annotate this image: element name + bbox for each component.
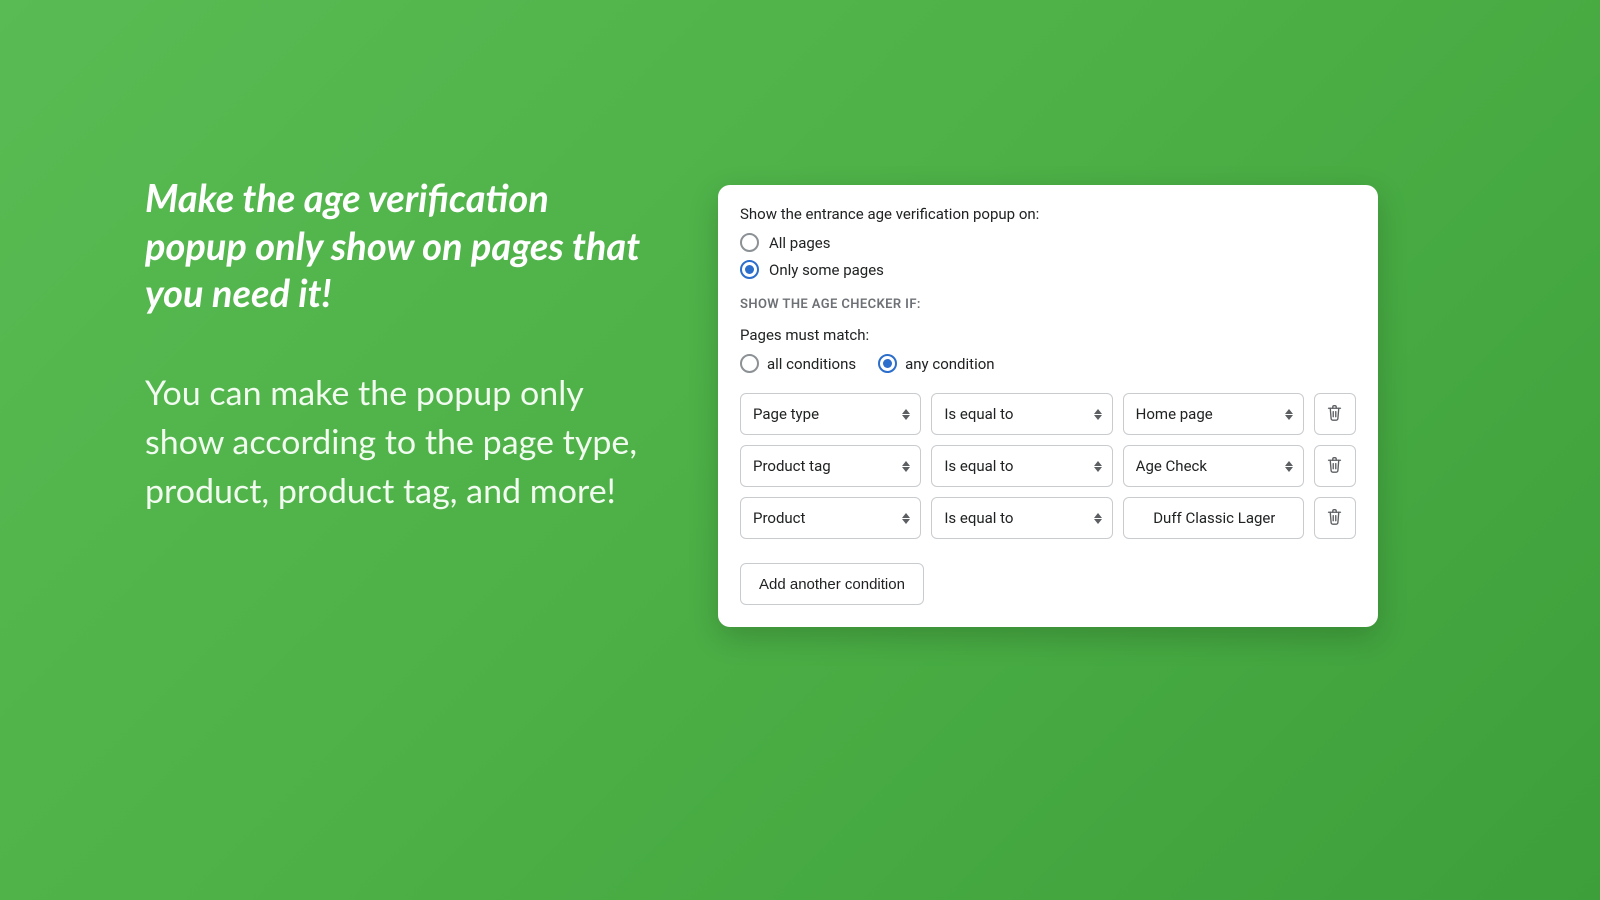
select-sort-icon [1094, 513, 1102, 524]
promo-headline: Make the age verification popup only sho… [145, 175, 645, 318]
condition-operator-select[interactable]: Is equal to [931, 445, 1112, 487]
radio-only-some-pages-label: Only some pages [769, 261, 884, 279]
condition-field-select-label: Page type [753, 405, 819, 423]
promo-subtext: You can make the popup only show accordi… [145, 368, 645, 516]
radio-unselected-icon [740, 354, 759, 373]
condition-value-select-label: Home page [1136, 405, 1213, 423]
trash-icon [1326, 404, 1343, 425]
delete-condition-button[interactable] [1314, 445, 1356, 487]
condition-field-select-label: Product tag [753, 457, 831, 475]
condition-operator-select-label: Is equal to [944, 405, 1013, 423]
delete-condition-button[interactable] [1314, 497, 1356, 539]
condition-value-select[interactable]: Age Check [1123, 445, 1304, 487]
condition-field-select[interactable]: Product tag [740, 445, 921, 487]
conditions-list: Page type Is equal to Home page Product tag… [740, 393, 1356, 539]
add-condition-button[interactable]: Add another condition [740, 563, 924, 605]
radio-selected-icon [878, 354, 897, 373]
select-sort-icon [1094, 461, 1102, 472]
condition-field-select-label: Product [753, 509, 805, 527]
section-heading: Show the age checker if: [740, 297, 1356, 312]
radio-match-any[interactable]: any condition [878, 354, 994, 373]
select-sort-icon [902, 513, 910, 524]
select-sort-icon [1285, 461, 1293, 472]
condition-row: Product Is equal to Duff Classic Lager [740, 497, 1356, 539]
condition-value-input[interactable]: Duff Classic Lager [1123, 497, 1304, 539]
radio-selected-icon [740, 260, 759, 279]
show-on-label: Show the entrance age verification popup… [740, 205, 1356, 223]
radio-match-any-label: any condition [905, 355, 994, 373]
trash-icon [1326, 508, 1343, 529]
condition-operator-select[interactable]: Is equal to [931, 393, 1112, 435]
select-sort-icon [1285, 409, 1293, 420]
condition-field-select[interactable]: Page type [740, 393, 921, 435]
condition-row: Page type Is equal to Home page [740, 393, 1356, 435]
condition-value-select-label: Age Check [1136, 457, 1207, 475]
match-label: Pages must match: [740, 326, 1356, 344]
select-sort-icon [1094, 409, 1102, 420]
select-sort-icon [902, 461, 910, 472]
radio-all-pages[interactable]: All pages [740, 233, 1356, 252]
condition-row: Product tag Is equal to Age Check [740, 445, 1356, 487]
add-condition-label: Add another condition [759, 576, 905, 593]
radio-unselected-icon [740, 233, 759, 252]
radio-match-all-label: all conditions [767, 355, 856, 373]
condition-operator-select-label: Is equal to [944, 457, 1013, 475]
select-sort-icon [902, 409, 910, 420]
radio-only-some-pages[interactable]: Only some pages [740, 260, 1356, 279]
condition-operator-select[interactable]: Is equal to [931, 497, 1112, 539]
radio-match-all[interactable]: all conditions [740, 354, 856, 373]
condition-value-input-label: Duff Classic Lager [1153, 509, 1275, 527]
condition-operator-select-label: Is equal to [944, 509, 1013, 527]
settings-card: Show the entrance age verification popup… [718, 185, 1378, 627]
delete-condition-button[interactable] [1314, 393, 1356, 435]
radio-all-pages-label: All pages [769, 234, 831, 252]
trash-icon [1326, 456, 1343, 477]
condition-value-select[interactable]: Home page [1123, 393, 1304, 435]
condition-field-select[interactable]: Product [740, 497, 921, 539]
